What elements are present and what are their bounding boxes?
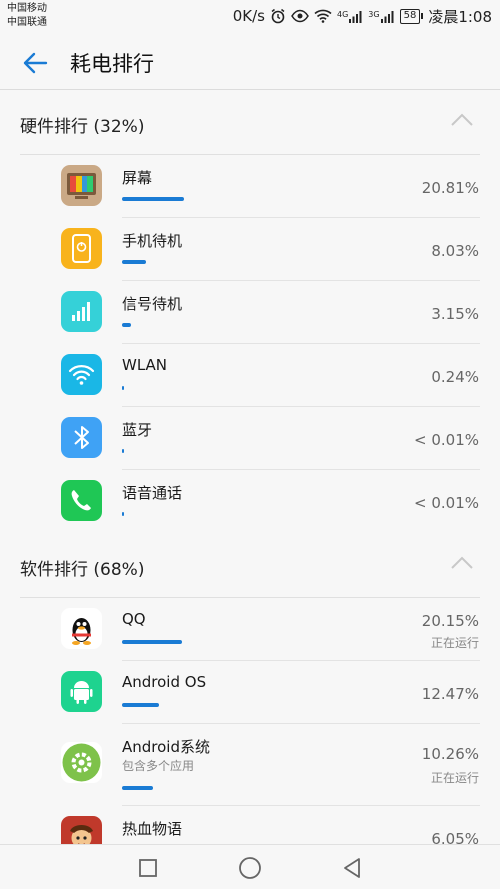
- wifi-icon: [61, 354, 102, 395]
- wifi-icon: [314, 9, 332, 23]
- chevron-up-icon[interactable]: [450, 556, 474, 570]
- hardware-item-percent: 3.15%: [431, 305, 479, 323]
- hardware-item-row[interactable]: 信号待机 3.15%: [0, 281, 500, 344]
- software-section-title: 软件排行 (68%): [20, 559, 145, 580]
- hardware-section-header[interactable]: 硬件排行 (32%): [0, 93, 500, 155]
- triangle-back-icon: [344, 858, 360, 878]
- page-title: 耗电排行: [70, 52, 154, 76]
- software-item-name: Android OS: [122, 673, 207, 691]
- hardware-item-progress-bar: [122, 323, 132, 327]
- hardware-item-name: 手机待机: [122, 232, 183, 250]
- net-speed: 0K/s: [232, 7, 265, 25]
- hardware-item-progress-track: [122, 449, 422, 453]
- hardware-item-row[interactable]: 屏幕 20.81%: [0, 155, 500, 218]
- android-icon: [61, 671, 102, 712]
- network-type-2: 3G: [368, 9, 380, 19]
- hardware-item-name: 信号待机: [122, 295, 183, 313]
- signal-bars-icon: [61, 291, 102, 332]
- software-item-row[interactable]: Android OS 12.47%: [0, 661, 500, 724]
- hardware-item-percent: < 0.01%: [414, 494, 479, 512]
- software-item-state: 正在运行: [430, 636, 479, 650]
- software-item-row[interactable]: Android系统包含多个应用 10.26% 正在运行: [0, 724, 500, 806]
- software-item-progress-bar: [122, 703, 160, 707]
- arrow-left-icon: [23, 52, 48, 74]
- hardware-item-name: WLAN: [122, 356, 168, 374]
- bluetooth-icon: [61, 417, 102, 458]
- hardware-item-progress-bar: [122, 260, 147, 264]
- software-item-progress-track: [122, 640, 422, 644]
- software-item-progress-track: [122, 786, 422, 790]
- software-item-percent: 12.47%: [421, 685, 479, 703]
- hardware-item-row[interactable]: WLAN 0.24%: [0, 344, 500, 407]
- circle-icon: [239, 857, 261, 879]
- hardware-item-row[interactable]: 手机待机 8.03%: [0, 218, 500, 281]
- square-icon: [139, 859, 157, 877]
- software-item-percent: 10.26%: [421, 745, 479, 763]
- screen-icon: [61, 165, 102, 206]
- hardware-item-progress-track: [122, 512, 422, 516]
- hardware-item-progress-bar: [122, 197, 185, 201]
- software-item-name: 热血物语: [122, 820, 183, 838]
- phone-standby-icon: [61, 228, 102, 269]
- hardware-item-progress-bar: [122, 512, 124, 516]
- clock: 凌晨1:08: [428, 7, 492, 26]
- network-type-1: 4G: [336, 9, 349, 19]
- recents-button[interactable]: [135, 855, 161, 881]
- back-button[interactable]: [18, 46, 52, 80]
- hardware-item-percent: 0.24%: [431, 368, 479, 386]
- hardware-item-percent: 8.03%: [431, 242, 479, 260]
- gear-icon: [61, 742, 102, 783]
- hardware-item-progress-bar: [122, 449, 124, 453]
- hardware-item-progress-track: [122, 197, 422, 201]
- carrier-1: 中国移动: [7, 3, 47, 14]
- software-item-row[interactable]: QQ 20.15% 正在运行: [0, 598, 500, 661]
- hardware-item-name: 语音通话: [122, 484, 183, 502]
- hardware-item-name: 屏幕: [122, 169, 153, 187]
- app-bar: 耗电排行: [0, 34, 500, 90]
- hardware-item-progress-bar: [122, 386, 124, 390]
- eye-icon: [291, 9, 309, 23]
- hardware-item-percent: 20.81%: [421, 179, 479, 197]
- hardware-section-title: 硬件排行 (32%): [20, 116, 145, 137]
- software-section-header[interactable]: 软件排行 (68%): [0, 536, 500, 598]
- hardware-item-progress-track: [122, 386, 422, 390]
- signal-icon-1: 4G: [337, 10, 363, 23]
- hardware-item-percent: < 0.01%: [414, 431, 479, 449]
- software-item-progress-track: [122, 703, 422, 707]
- nav-back-button[interactable]: [339, 855, 365, 881]
- home-button[interactable]: [237, 855, 263, 881]
- software-item-name: Android系统: [122, 738, 210, 756]
- phone-icon: [61, 480, 102, 521]
- alarm-icon: [270, 8, 286, 24]
- navigation-bar: [0, 844, 500, 889]
- chevron-up-icon[interactable]: [450, 113, 474, 127]
- hardware-item-row[interactable]: 语音通话 < 0.01%: [0, 470, 500, 533]
- hardware-item-progress-track: [122, 260, 422, 264]
- software-item-subtitle: 包含多个应用: [122, 759, 195, 773]
- software-item-progress-bar: [122, 640, 183, 644]
- battery-icon: 58: [399, 8, 424, 24]
- qq-penguin-icon: [61, 608, 102, 649]
- hardware-item-progress-track: [122, 323, 422, 327]
- hardware-item-name: 蓝牙: [122, 421, 153, 439]
- software-item-percent: 20.15%: [421, 612, 479, 630]
- software-item-state: 正在运行: [430, 771, 479, 785]
- carrier-2: 中国联通: [7, 17, 47, 28]
- software-item-name: QQ: [122, 610, 146, 628]
- software-item-progress-bar: [122, 786, 153, 790]
- status-bar: 中国移动 中国联通 0K/s 4G 3G 58 凌晨1:08: [0, 0, 500, 34]
- status-right: 0K/s 4G 3G 58 凌晨1:08: [233, 6, 492, 26]
- hardware-item-row[interactable]: 蓝牙 < 0.01%: [0, 407, 500, 470]
- signal-icon-2: 3G: [368, 10, 394, 23]
- battery-level: 58: [399, 8, 421, 24]
